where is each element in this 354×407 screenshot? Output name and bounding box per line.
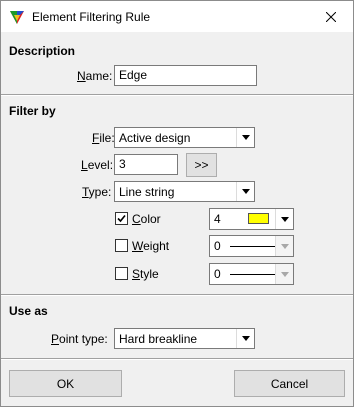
level-label: Level:: [81, 158, 114, 172]
name-label: Name:: [77, 69, 113, 83]
chevron-down-icon[interactable]: [275, 209, 293, 229]
chevron-down-icon[interactable]: [275, 264, 293, 284]
app-icon: [10, 11, 24, 24]
use-as-heading: Use as: [9, 304, 48, 318]
checkmark-icon: [117, 214, 126, 223]
type-value: Line string: [119, 185, 175, 199]
close-icon: [326, 11, 336, 22]
title-bar: Element Filtering Rule: [1, 1, 353, 32]
filter-heading: Filter by: [9, 104, 56, 118]
type-label: Type:: [82, 185, 112, 199]
weight-value: 0: [214, 239, 221, 253]
color-label: Color: [132, 212, 161, 226]
level-picker-button[interactable]: >>: [186, 153, 217, 177]
level-field[interactable]: 3: [114, 154, 178, 175]
weight-line-preview: [230, 246, 275, 247]
dialog-window: Element Filtering Rule Description Name:…: [0, 0, 354, 407]
file-label: File:: [92, 131, 115, 145]
color-dropdown[interactable]: 4: [209, 208, 294, 230]
style-label: Style: [132, 267, 159, 281]
color-checkbox[interactable]: [115, 212, 128, 225]
style-dropdown[interactable]: 0: [209, 263, 294, 285]
name-field[interactable]: Edge: [114, 65, 257, 86]
color-value: 4: [214, 212, 221, 226]
weight-dropdown[interactable]: 0: [209, 235, 294, 257]
file-dropdown[interactable]: Active design: [114, 127, 255, 148]
point-type-value: Hard breakline: [119, 332, 198, 346]
color-swatch: [248, 213, 269, 224]
chevron-down-icon[interactable]: [275, 236, 293, 256]
file-value: Active design: [119, 131, 191, 145]
style-checkbox[interactable]: [115, 267, 128, 280]
point-type-label: Point type:: [51, 332, 108, 346]
style-line-preview: [230, 274, 275, 275]
chevron-down-icon[interactable]: [236, 182, 254, 201]
separator: [1, 294, 353, 296]
chevron-down-icon[interactable]: [236, 329, 254, 348]
weight-checkbox[interactable]: [115, 239, 128, 252]
weight-label: Weight: [132, 239, 170, 253]
ok-button[interactable]: OK: [9, 370, 122, 397]
style-value: 0: [214, 267, 221, 281]
separator: [1, 358, 353, 360]
point-type-dropdown[interactable]: Hard breakline: [114, 328, 255, 349]
close-button[interactable]: [309, 1, 353, 32]
description-heading: Description: [9, 44, 76, 58]
separator: [1, 94, 353, 96]
chevron-down-icon[interactable]: [236, 128, 254, 147]
cancel-button[interactable]: Cancel: [234, 370, 345, 397]
window-title: Element Filtering Rule: [32, 10, 151, 24]
type-dropdown[interactable]: Line string: [114, 181, 255, 202]
